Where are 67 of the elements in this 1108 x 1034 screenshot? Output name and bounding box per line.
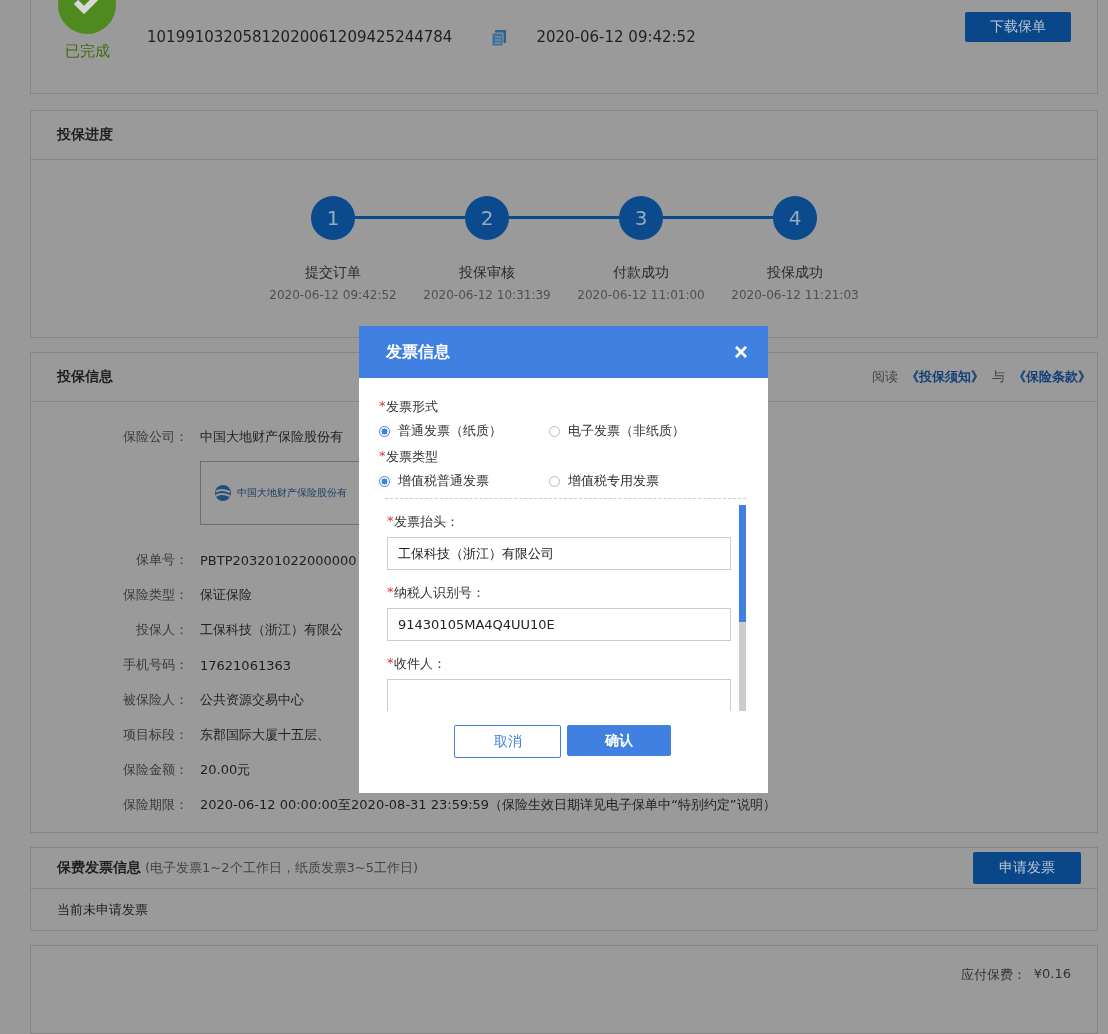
step-label: 付款成功 [613,264,669,283]
field-value: 工保科技（浙江）有限公 [200,621,343,640]
step-number: 3 [619,196,663,241]
section-note: (电子发票1~2个工作日，纸质发票3~5工作日) [145,858,418,877]
input-field[interactable]: 91430105MA4Q4UU10E [387,608,731,641]
radio-option[interactable]: 增值税普通发票 [379,472,549,490]
section-title: 保费发票信息 [57,858,141,877]
field-label: 被保险人： [122,691,189,710]
confirm-button[interactable]: 确认 [567,725,671,756]
field-value: 保证保险 [200,586,252,605]
group-label: 发票类型 [385,448,438,466]
required-mark: * [379,448,386,465]
close-button[interactable]: × [734,340,748,364]
field-value: 中国大地财产保险股份有 [200,428,343,447]
invoice-status: 当前未申请发票 [57,900,148,919]
required-mark: * [387,584,394,601]
step-time: 2020-06-12 11:21:03 [731,288,859,303]
step-time: 2020-06-12 10:31:39 [423,288,551,303]
notice-link[interactable]: 《投保须知》 [906,367,984,386]
field-label: 项目标段： [122,726,189,745]
step-number: 2 [465,196,509,241]
download-button[interactable]: 下载保单 [965,12,1071,42]
premium-amount: ¥0.16 [1033,965,1071,981]
input-field[interactable]: 工保科技（浙江）有限公司 [387,537,731,570]
step-label: 提交订单 [305,264,361,283]
group-label: 发票形式 [385,398,438,416]
field-value: PBTP203201022000000 [200,552,357,568]
field-value: 公共资源交易中心 [200,691,304,710]
field-value: 2020-06-12 00:00:00至2020-08-31 23:59:59（保险生效日期详见电子保单中“特别约定”说明） [200,796,776,815]
order-status: 已完成 [64,42,110,61]
logo-text: 中国大地财产保险股份有 [237,485,347,500]
required-mark: * [387,513,394,530]
field-label: 收件人： [393,655,446,673]
read-text: 阅读 [872,367,898,386]
radio-option[interactable]: 电子发票（非纸质） [549,422,719,440]
cancel-button[interactable]: 取消 [454,725,561,758]
dialog-title: 发票信息 [386,341,450,363]
field-label: 投保人： [135,621,189,640]
step-label: 投保成功 [767,264,823,283]
premium-label: 应付保费： [960,965,1026,984]
section-title: 投保进度 [57,126,113,145]
order-time: 2020-06-12 09:42:52 [536,28,696,46]
radio-option[interactable]: 普通发票（纸质） [379,422,549,440]
field-value: 17621061363 [200,657,291,673]
field-label: 保险类型： [122,586,189,605]
field-value: 20.00元 [200,761,251,780]
field-label: 保险公司： [122,428,189,447]
field-label: 发票抬头： [393,513,459,531]
field-value: 东郡国际大厦十五层、 [200,726,330,745]
radio-option[interactable]: 增值税专用发票 [549,472,719,490]
terms-link[interactable]: 《保险条款》 [1013,367,1091,386]
field-label: 纳税人识别号： [393,584,485,602]
order-number: 10199103205812020061209425244784 [147,28,453,46]
field-label: 保险金额： [122,761,189,780]
required-mark: * [387,655,394,672]
joiner-text: 与 [992,367,1005,386]
step-label: 投保审核 [459,264,515,283]
field-label: 保单号： [135,551,189,570]
section-title: 投保信息 [57,367,113,386]
step-time: 2020-06-12 11:01:00 [577,288,705,303]
step-time: 2020-06-12 09:42:52 [269,288,397,303]
field-label: 保险期限： [122,796,189,815]
apply-invoice-button[interactable]: 申请发票 [973,851,1081,884]
step-number: 4 [773,196,817,241]
field-label: 手机号码： [122,656,189,675]
required-mark: * [379,398,386,415]
step-number: 1 [311,196,355,241]
